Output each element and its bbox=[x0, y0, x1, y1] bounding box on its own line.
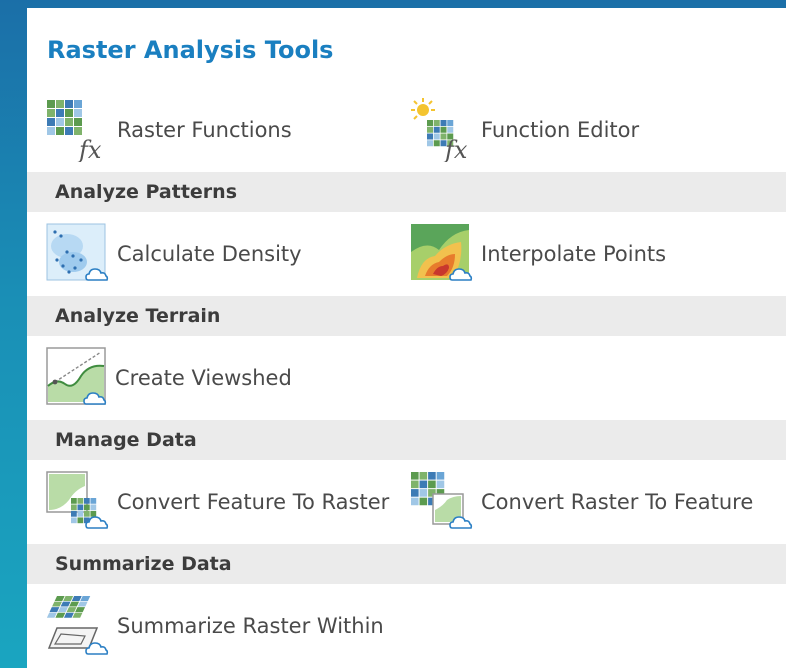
interpolate-points-label: Interpolate Points bbox=[481, 242, 667, 266]
function-editor-label: Function Editor bbox=[481, 118, 640, 142]
convert-feature-to-raster-tool[interactable]: Convert Feature To Raster bbox=[45, 470, 405, 534]
interpolate-points-icon bbox=[411, 224, 473, 281]
section-heading: Analyze Patterns bbox=[55, 181, 238, 203]
interpolate-points-tool[interactable]: Interpolate Points bbox=[409, 222, 739, 286]
section-heading: Manage Data bbox=[55, 429, 197, 451]
convert-raster-to-feature-label: Convert Raster To Feature bbox=[481, 490, 754, 514]
create-viewshed-tool[interactable]: Create Viewshed bbox=[45, 346, 375, 410]
section-summarize-data: Summarize Data bbox=[27, 544, 786, 584]
section-heading: Summarize Data bbox=[55, 553, 232, 575]
convert-raster-to-feature-icon bbox=[411, 472, 473, 529]
function-editor-tool[interactable]: fx Function Editor bbox=[409, 98, 729, 162]
summarize-raster-within-icon bbox=[46, 596, 109, 655]
raster-functions-icon: fx bbox=[47, 100, 102, 162]
svg-text:fx: fx bbox=[443, 136, 468, 162]
calculate-density-icon bbox=[46, 223, 109, 281]
section-manage-data: Manage Data bbox=[27, 420, 786, 460]
section-analyze-patterns: Analyze Patterns bbox=[27, 172, 786, 212]
section-heading: Analyze Terrain bbox=[55, 305, 221, 327]
raster-functions-tool[interactable]: fx Raster Functions bbox=[45, 98, 345, 162]
convert-raster-to-feature-tool[interactable]: Convert Raster To Feature bbox=[409, 470, 779, 534]
calculate-density-label: Calculate Density bbox=[117, 242, 302, 266]
calculate-density-tool[interactable]: Calculate Density bbox=[45, 222, 375, 286]
convert-feature-to-raster-label: Convert Feature To Raster bbox=[117, 490, 390, 514]
raster-functions-label: Raster Functions bbox=[117, 118, 292, 142]
function-editor-icon: fx bbox=[411, 98, 468, 162]
raster-analysis-tools-panel: Raster Analysis Tools fx Raster Function… bbox=[27, 8, 786, 668]
svg-text:fx: fx bbox=[77, 136, 102, 162]
summarize-raster-within-label: Summarize Raster Within bbox=[117, 614, 384, 638]
summarize-raster-within-tool[interactable]: Summarize Raster Within bbox=[45, 594, 405, 658]
section-analyze-terrain: Analyze Terrain bbox=[27, 296, 786, 336]
create-viewshed-label: Create Viewshed bbox=[115, 366, 292, 390]
convert-feature-to-raster-icon bbox=[46, 471, 109, 529]
panel-title: Raster Analysis Tools bbox=[47, 36, 334, 64]
create-viewshed-icon bbox=[46, 347, 107, 405]
